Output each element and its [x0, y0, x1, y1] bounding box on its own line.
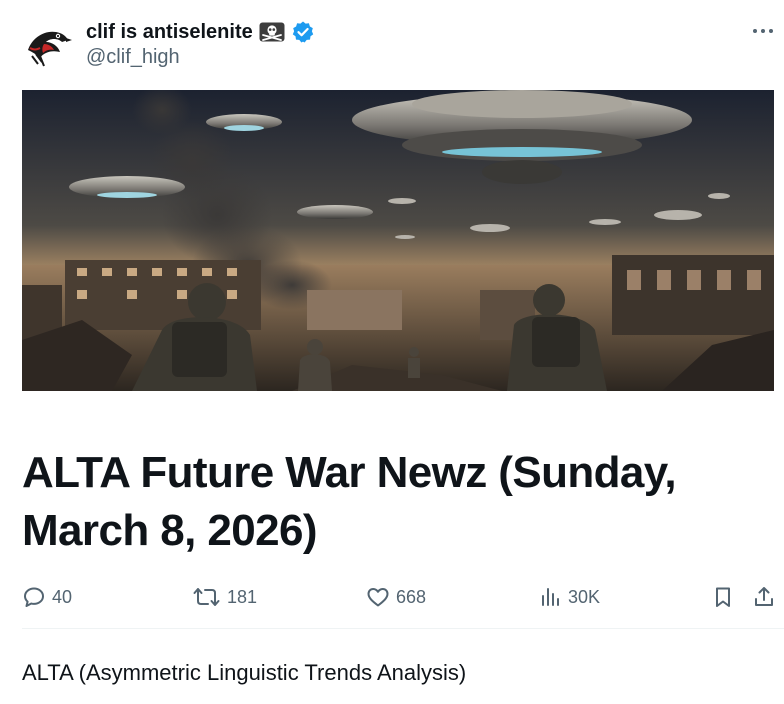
views-button[interactable]: 30K: [540, 582, 600, 612]
bookmark-icon: [716, 587, 730, 607]
verified-badge-icon: [291, 20, 315, 44]
reply-button[interactable]: 40: [22, 582, 72, 612]
more-dots-icon: [753, 29, 773, 33]
share-icon: [755, 587, 773, 606]
author-name-row[interactable]: clif is antiselenite: [86, 19, 315, 45]
repost-button[interactable]: 181: [193, 582, 257, 612]
repost-icon: [193, 588, 220, 606]
bookmark-button[interactable]: [712, 582, 734, 612]
tweet-body-text: ALTA (Asymmetric Linguistic Trends Analy…: [22, 660, 467, 685]
heart-icon: [367, 588, 389, 607]
avatar[interactable]: [22, 20, 74, 72]
like-count: 668: [396, 586, 427, 607]
skull-crossbones-icon: [259, 22, 285, 42]
article-title[interactable]: ALTA Future War Newz (Sunday, March 8, 2…: [22, 444, 772, 560]
raven-logo-icon: [22, 20, 74, 72]
views-chart-icon: [542, 588, 559, 606]
tweet-media-image[interactable]: [22, 90, 774, 391]
action-bar-divider: [22, 628, 784, 629]
reply-count: 40: [52, 586, 73, 607]
like-button[interactable]: 668: [366, 582, 426, 612]
display-name[interactable]: clif is antiselenite: [86, 21, 253, 44]
share-button[interactable]: [752, 582, 776, 612]
more-options-button[interactable]: [748, 18, 778, 44]
reply-icon: [24, 587, 44, 607]
author-handle[interactable]: @clif_high: [86, 46, 180, 69]
view-count: 30K: [568, 586, 601, 607]
ufo-war-scene-image: [22, 90, 774, 391]
repost-count: 181: [227, 586, 258, 607]
